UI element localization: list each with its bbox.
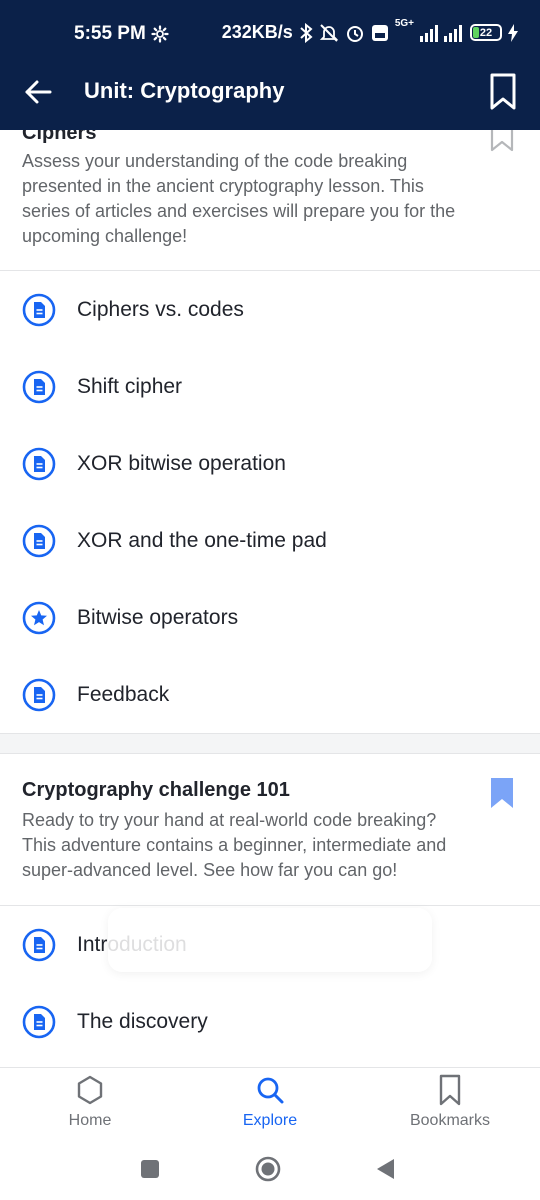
settings-gear-icon: [151, 25, 169, 43]
list-item[interactable]: XOR and the one-time pad: [0, 502, 540, 579]
list-item-label: XOR bitwise operation: [77, 451, 286, 475]
status-time-group: 5:55 PM: [74, 23, 169, 45]
section-item-list: Ciphers vs. codes Shift cipher XOR bitwi…: [0, 271, 540, 733]
app-bar: Unit: Cryptography: [0, 56, 540, 130]
nav-label: Home: [68, 1112, 112, 1129]
list-item[interactable]: Ciphers vs. codes: [0, 271, 540, 348]
section-header: Ciphers Assess your understanding of the…: [0, 130, 540, 270]
nav-label: Bookmarks: [409, 1112, 491, 1129]
bookmark-filled-icon[interactable]: [490, 777, 514, 809]
list-item-label: XOR and the one-time pad: [77, 528, 327, 552]
network-type: 5G+: [394, 18, 414, 29]
volte-icon: [371, 24, 388, 41]
nav-bookmarks[interactable]: Bookmarks: [360, 1068, 540, 1145]
list-item[interactable]: Shift cipher: [0, 348, 540, 425]
status-icons: 232KB/s 5G+ 22: [221, 18, 518, 43]
bookmark-outline-icon[interactable]: [490, 130, 514, 152]
list-item[interactable]: XOR bitwise operation: [0, 425, 540, 502]
list-item[interactable]: Feedback: [0, 656, 540, 733]
alarm-icon: [346, 25, 363, 42]
recent-apps-icon[interactable]: [136, 1155, 164, 1183]
battery-level: 22: [479, 26, 493, 39]
nav-label: Explore: [242, 1112, 298, 1129]
section-title: Cryptography challenge 101: [22, 779, 290, 801]
bottom-nav: Home Explore Bookmarks: [0, 1067, 540, 1145]
network-speed: 232KB/s: [221, 22, 293, 42]
list-item-label: Bitwise operators: [77, 605, 239, 629]
list-item[interactable]: The discovery: [0, 983, 540, 1060]
nav-explore[interactable]: Explore: [180, 1068, 360, 1145]
section-separator: [0, 733, 540, 754]
toast-overlay: [108, 908, 432, 972]
list-item-label: Shift cipher: [77, 374, 183, 398]
section-title: Ciphers: [22, 130, 97, 144]
bookmark-icon: [439, 1074, 461, 1106]
hexagon-icon: [77, 1075, 103, 1105]
back-triangle-icon[interactable]: [372, 1155, 400, 1183]
article-icon: [22, 678, 56, 711]
section-header: Cryptography challenge 101 Ready to try …: [0, 754, 540, 905]
list-item-label: Feedback: [77, 682, 170, 706]
list-item[interactable]: Bitwise operators: [0, 579, 540, 656]
status-time: 5:55 PM: [74, 23, 146, 44]
bookmark-outline-icon[interactable]: [488, 72, 518, 112]
signal-icon: [420, 24, 462, 42]
home-circle-icon[interactable]: [254, 1155, 282, 1183]
system-nav-bar: [0, 1145, 540, 1200]
mute-icon: [319, 23, 338, 42]
star-icon: [22, 601, 56, 634]
battery-indicator: 22: [470, 24, 502, 41]
section-description: Assess your understanding of the code br…: [22, 151, 456, 246]
list-item-label: Ciphers vs. codes: [77, 297, 244, 321]
status-bar: 5:55 PM 232KB/s 5G+ 22: [0, 0, 540, 56]
search-icon: [257, 1077, 284, 1104]
article-icon: [22, 370, 56, 403]
page-title: Unit: Cryptography: [84, 78, 285, 103]
list-item-label: The discovery: [77, 1009, 208, 1033]
arrow-left-icon[interactable]: [20, 74, 56, 110]
bluetooth-icon: [300, 22, 313, 43]
article-icon: [22, 293, 56, 326]
article-icon: [22, 928, 56, 961]
charging-icon: [508, 23, 518, 42]
nav-home[interactable]: Home: [0, 1068, 180, 1145]
article-icon: [22, 447, 56, 480]
article-icon: [22, 524, 56, 557]
section-description: Ready to try your hand at real-world cod…: [22, 810, 447, 880]
article-icon: [22, 1005, 56, 1038]
unit-content[interactable]: Ciphers Assess your understanding of the…: [0, 130, 540, 1067]
